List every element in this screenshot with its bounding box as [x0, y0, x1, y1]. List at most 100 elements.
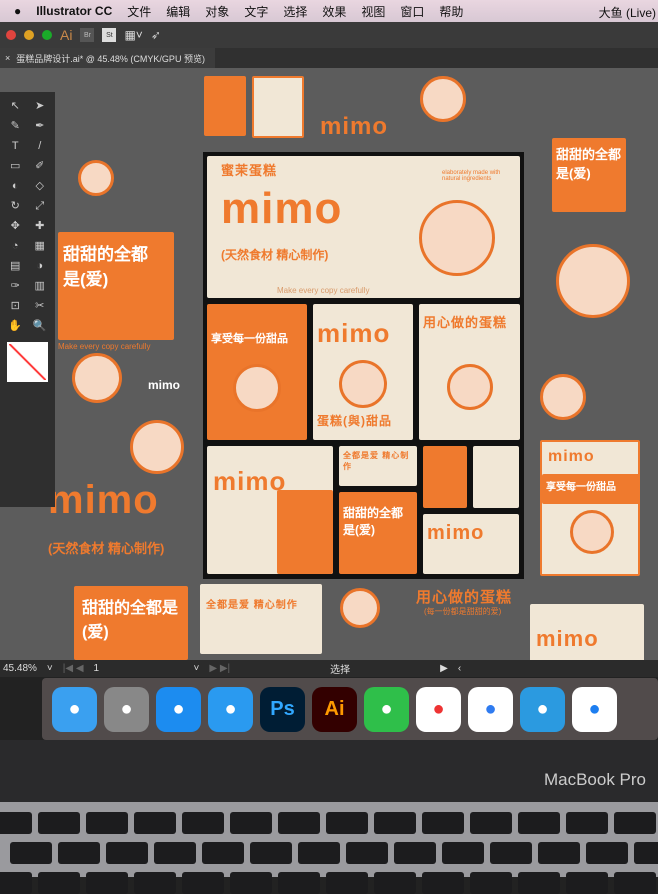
menu-edit[interactable]: 编辑 — [166, 3, 190, 20]
menu-window[interactable]: 窗口 — [400, 3, 424, 20]
tool-button[interactable]: ✚ — [28, 216, 53, 236]
tool-button[interactable]: ✑ — [3, 276, 28, 296]
key — [538, 842, 580, 864]
bag-artwork: 甜甜的全都是(爱) — [74, 586, 188, 660]
menu-help[interactable]: 帮助 — [439, 3, 463, 20]
tool-button[interactable]: ▦ — [28, 236, 53, 256]
key — [634, 842, 658, 864]
gpu-rocket-icon[interactable]: ➶ — [151, 28, 161, 42]
zoom-dropdown-icon[interactable]: ˅ — [47, 663, 53, 674]
canvas[interactable]: mimo 甜甜的全都是(爱) 甜甜的全都是(爱) Make every copy… — [0, 68, 658, 660]
menu-effect[interactable]: 效果 — [322, 3, 346, 20]
zoom-level[interactable]: 45.48% — [3, 663, 37, 674]
dock-icon-safari[interactable]: ● — [572, 686, 617, 732]
key — [278, 872, 320, 894]
minimize-window-button[interactable] — [24, 30, 34, 40]
app-menu[interactable]: Illustrator CC — [36, 4, 112, 18]
tool-button[interactable]: T — [3, 136, 28, 156]
tool-button[interactable]: ↻ — [3, 196, 28, 216]
artboard-bag[interactable]: 甜甜的全都是(爱) — [339, 492, 417, 574]
zoom-window-button[interactable] — [42, 30, 52, 40]
workspace-layout-icon[interactable]: ▦˅ — [124, 28, 142, 42]
tool-button[interactable]: ✒ — [28, 116, 53, 136]
key — [202, 842, 244, 864]
tool-button[interactable]: ◇ — [28, 176, 53, 196]
dock-icon-ps[interactable]: Ps — [260, 686, 305, 732]
menu-object[interactable]: 对象 — [205, 3, 229, 20]
artboard-poster: mimo 享受每一份甜品 — [540, 440, 640, 576]
tool-button[interactable]: ✥ — [3, 216, 28, 236]
artboard-banner[interactable]: 蜜茉蛋糕 mimo (天然食材 精心制作) Make every copy ca… — [207, 156, 520, 298]
key — [278, 812, 320, 834]
tool-button[interactable]: ▤ — [3, 256, 28, 276]
tool-button[interactable]: ▭ — [3, 156, 28, 176]
bridge-button[interactable]: Br — [80, 28, 95, 42]
scroll-left-icon[interactable]: ‹ — [458, 663, 461, 674]
dock-icon-qq[interactable]: ● — [208, 686, 253, 732]
artboard-dropdown-icon[interactable]: ˅ — [194, 663, 200, 674]
close-window-button[interactable] — [6, 30, 16, 40]
artboard-poster[interactable]: mimo 蛋糕(與)甜品 — [313, 304, 413, 440]
artboard-box[interactable]: mimo — [207, 446, 333, 574]
tool-button[interactable]: ◔ — [3, 236, 28, 256]
apple-icon[interactable]: ● — [14, 4, 21, 18]
tool-button[interactable]: ▥ — [28, 276, 53, 296]
key — [250, 842, 292, 864]
tool-button[interactable]: ◐ — [3, 176, 28, 196]
key — [38, 812, 80, 834]
artboard-number[interactable]: 1 — [94, 663, 184, 674]
document-tab-bar: × 蛋糕品牌设计.ai* @ 45.48% (CMYK/GPU 预览) — [0, 48, 658, 68]
key — [566, 812, 608, 834]
tool-button[interactable]: ➤ — [28, 96, 53, 116]
cup-artwork[interactable] — [473, 446, 519, 508]
tool-button[interactable]: ↖ — [3, 96, 28, 116]
tool-button[interactable]: 🔍 — [28, 316, 53, 336]
artboard-poster[interactable]: 享受每一份甜品 — [207, 304, 307, 440]
mascot-illustration — [72, 353, 122, 403]
fill-stroke-swatch[interactable] — [7, 342, 48, 382]
tool-button[interactable]: ✐ — [28, 156, 53, 176]
key — [422, 812, 464, 834]
first-artboard-icon[interactable]: |◀ ◀ — [63, 663, 84, 674]
status-menu-icon[interactable]: ▶ — [440, 663, 448, 674]
dock-icon-archive[interactable]: ● — [520, 686, 565, 732]
dock-icon-finder[interactable]: ● — [52, 686, 97, 732]
dock-icon-baidu[interactable]: ● — [468, 686, 513, 732]
menu-type[interactable]: 文字 — [244, 3, 268, 20]
dock-icon-app-store[interactable]: ● — [156, 686, 201, 732]
key — [86, 812, 128, 834]
artboard-poster[interactable]: 用心做的蛋糕 — [419, 304, 520, 440]
mascot-illustration — [556, 244, 630, 318]
tool-button[interactable]: / — [28, 136, 53, 156]
artboard-group[interactable]: 蜜茉蛋糕 mimo (天然食材 精心制作) Make every copy ca… — [203, 152, 524, 579]
sub-text: (每一份都是甜甜的爱) — [424, 607, 502, 616]
menu-view[interactable]: 视图 — [361, 3, 385, 20]
user-name[interactable]: 大鱼 (Live) — [599, 4, 656, 21]
dock-icon-pen[interactable]: ● — [364, 686, 409, 732]
document-tab[interactable]: × 蛋糕品牌设计.ai* @ 45.48% (CMYK/GPU 预览) — [0, 48, 215, 68]
menu-file[interactable]: 文件 — [127, 3, 151, 20]
tool-button[interactable]: ✎ — [3, 116, 28, 136]
brand-logo: mimo — [48, 478, 159, 522]
tool-button[interactable]: ⊡ — [3, 296, 28, 316]
artboard-label[interactable]: 全都是爱 精心制作 — [339, 446, 417, 486]
key — [154, 842, 196, 864]
key — [326, 872, 368, 894]
key — [134, 812, 176, 834]
tool-button[interactable]: ✂ — [28, 296, 53, 316]
stock-button[interactable]: St — [102, 28, 117, 42]
tool-button[interactable]: ◑ — [28, 256, 53, 276]
dock-icon-launchpad[interactable]: ● — [104, 686, 149, 732]
menu-select[interactable]: 选择 — [283, 3, 307, 20]
tool-button[interactable]: ✋ — [3, 316, 28, 336]
close-tab-icon[interactable]: × — [5, 53, 10, 63]
artboard-label: 全都是爱 精心制作 — [200, 584, 322, 654]
tool-button[interactable]: ⤢ — [28, 196, 53, 216]
next-artboard-icon[interactable]: ▶ ▶| — [209, 663, 230, 674]
artboard-label[interactable]: mimo — [423, 514, 519, 574]
key — [86, 872, 128, 894]
dock-icon-ai[interactable]: Ai — [312, 686, 357, 732]
dock-icon-chrome[interactable]: ● — [416, 686, 461, 732]
cup-artwork[interactable] — [423, 446, 467, 508]
key — [422, 872, 464, 894]
